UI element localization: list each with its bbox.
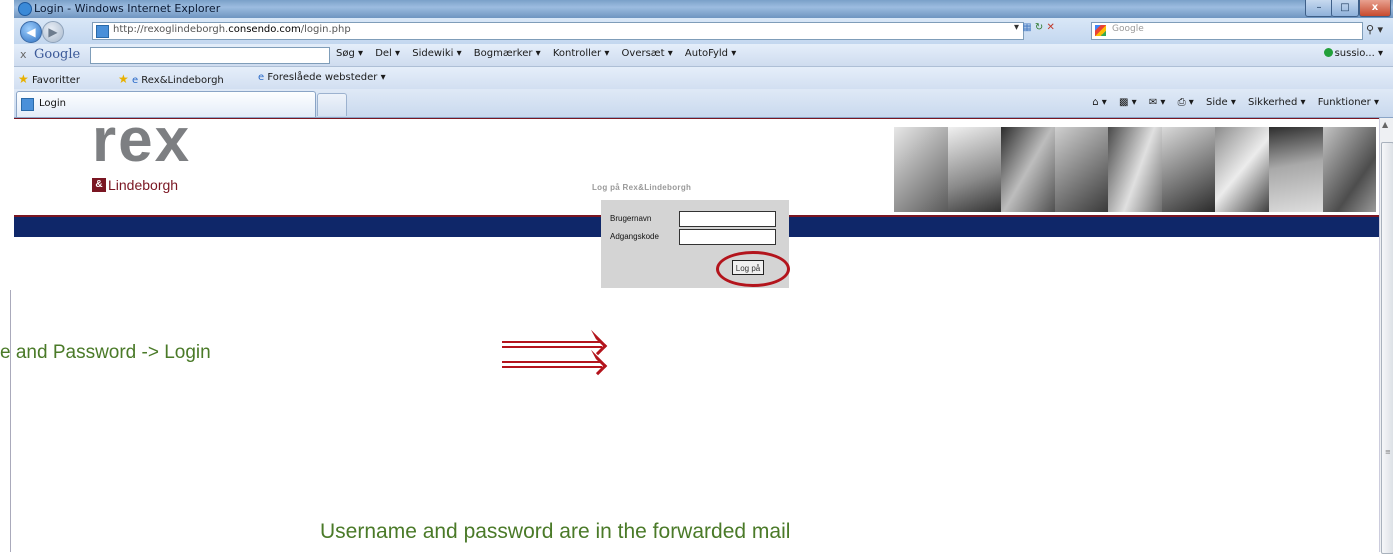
- photo: [1108, 127, 1162, 212]
- close-button[interactable]: x: [1359, 0, 1391, 17]
- login-title: Log på Rex&Lindeborgh: [592, 183, 692, 192]
- stop-icon[interactable]: ✕: [1046, 22, 1054, 33]
- password-label: Adgangskode: [610, 232, 659, 241]
- star-icon: ★: [18, 72, 29, 86]
- photo: [1322, 127, 1377, 212]
- status-dot-icon: [1323, 48, 1333, 57]
- command-bar: ⌂ ▾ ▩ ▾ ✉ ▾ ⎙ ▾ Side ▾ Sikkerhed ▾ Funkt…: [1083, 97, 1379, 108]
- annotation-arrow-password: [502, 349, 608, 376]
- url-text: http://rexoglindeborgh.consendo.com/logi…: [113, 24, 351, 35]
- photo: [1215, 127, 1269, 212]
- login-form: Brugernavn Adgangskode Log på: [601, 200, 790, 288]
- header-photo-strip: [894, 127, 1377, 212]
- footer-caption: Username and password are in the forward…: [320, 520, 791, 543]
- google-icon: [1095, 25, 1106, 36]
- url-input[interactable]: http://rexoglindeborgh.consendo.com/logi…: [92, 22, 1024, 40]
- ie-page-icon: e: [258, 72, 265, 83]
- feeds-icon[interactable]: ▩ ▾: [1119, 97, 1137, 108]
- maximize-button[interactable]: □: [1331, 0, 1359, 17]
- menu-safety[interactable]: Sikkerhed ▾: [1248, 97, 1305, 108]
- mail-icon[interactable]: ✉ ▾: [1149, 97, 1166, 108]
- menu-page[interactable]: Side ▾: [1206, 97, 1236, 108]
- browser-window: Login - Windows Internet Explorer – □ x …: [14, 0, 1393, 554]
- tab-login[interactable]: Login: [16, 91, 316, 117]
- home-icon[interactable]: ⌂ ▾: [1092, 97, 1107, 108]
- photo: [1054, 127, 1109, 212]
- site-logo: rex & Lindeborgh: [92, 118, 192, 193]
- photo: [894, 127, 948, 212]
- username-field[interactable]: [679, 211, 776, 227]
- toolbar-item-translate[interactable]: Oversæt ▾: [622, 48, 673, 59]
- left-margin: [0, 0, 14, 552]
- forward-button[interactable]: ▶: [42, 21, 64, 43]
- minimize-button[interactable]: –: [1305, 0, 1333, 17]
- address-bar: ◀ ▶ http://rexoglindeborgh.consendo.com/…: [14, 18, 1393, 44]
- dropdown-icon[interactable]: ▾: [1014, 22, 1019, 33]
- page-favicon-icon: [96, 25, 109, 38]
- google-toolbar-items: Søg ▾ Del ▾ Sidewiki ▾ Bogmærker ▾ Kontr…: [336, 48, 745, 59]
- photo: [1001, 127, 1055, 212]
- ie-logo-icon: [18, 2, 32, 16]
- password-field[interactable]: [679, 229, 776, 245]
- favorite-link-rex[interactable]: ★ e Rex&Lindeborgh: [118, 72, 224, 86]
- favorites-bar: ★ Favoritter ★ e Rex&Lindeborgh e Foresl…: [14, 67, 1393, 89]
- ie-page-icon: e: [131, 75, 139, 86]
- photo: [1161, 127, 1216, 212]
- tab-bar: Login ⌂ ▾ ▩ ▾ ✉ ▾ ⎙ ▾ Side ▾ Sikkerhed ▾…: [14, 89, 1393, 118]
- toolbar-item-autofill[interactable]: AutoFyld ▾: [685, 48, 736, 59]
- title-bar: Login - Windows Internet Explorer – □ x: [14, 0, 1393, 18]
- menu-tools[interactable]: Funktioner ▾: [1318, 97, 1379, 108]
- username-label: Brugernavn: [610, 214, 652, 223]
- google-search-input[interactable]: [90, 47, 330, 64]
- grip-icon: ≡: [1385, 448, 1391, 456]
- highlight-ring: [716, 251, 790, 287]
- google-logo: Google: [34, 47, 81, 62]
- compatibility-icon[interactable]: ▦: [1022, 22, 1031, 33]
- favorites-button[interactable]: ★ Favoritter: [18, 72, 80, 86]
- vertical-scrollbar[interactable]: ▲ ≡: [1379, 118, 1393, 554]
- window-title: Login - Windows Internet Explorer: [34, 2, 221, 15]
- search-input[interactable]: Google: [1091, 22, 1363, 40]
- add-favorite-icon: ★: [118, 72, 129, 86]
- toolbar-item-check[interactable]: Kontroller ▾: [553, 48, 609, 59]
- print-icon[interactable]: ⎙ ▾: [1178, 97, 1194, 108]
- instruction-caption: e and Password -> Login: [0, 342, 211, 363]
- suggested-sites-link[interactable]: e Foreslåede websteder ▾: [258, 72, 386, 83]
- photo: [947, 127, 1002, 212]
- search-icon[interactable]: ⚲ ▾: [1366, 23, 1383, 36]
- toolbar-item-search[interactable]: Søg ▾: [336, 48, 363, 59]
- photo: [1268, 127, 1323, 212]
- annotation-arrow-username: [502, 329, 608, 356]
- toolbar-item-share[interactable]: Del ▾: [375, 48, 400, 59]
- refresh-icon[interactable]: ↻: [1035, 22, 1043, 33]
- scroll-thumb[interactable]: ≡: [1381, 142, 1393, 554]
- toolbar-close-icon[interactable]: x: [20, 48, 27, 61]
- back-button[interactable]: ◀: [20, 21, 42, 43]
- google-account[interactable]: sussio... ▾: [1323, 48, 1383, 59]
- google-toolbar: x Google Søg ▾ Del ▾ Sidewiki ▾ Bogmærke…: [14, 44, 1393, 67]
- tab-favicon-icon: [21, 98, 34, 111]
- address-tools: ▾ ▦ ↻ ✕: [1014, 22, 1084, 38]
- new-tab-button[interactable]: [317, 93, 347, 116]
- toolbar-item-sidewiki[interactable]: Sidewiki ▾: [412, 48, 461, 59]
- page-viewport: rex & Lindeborgh Log på Rex&Lindeborgh B…: [14, 118, 1379, 552]
- scroll-up-icon[interactable]: ▲: [1382, 120, 1388, 129]
- toolbar-item-bookmarks[interactable]: Bogmærker ▾: [474, 48, 541, 59]
